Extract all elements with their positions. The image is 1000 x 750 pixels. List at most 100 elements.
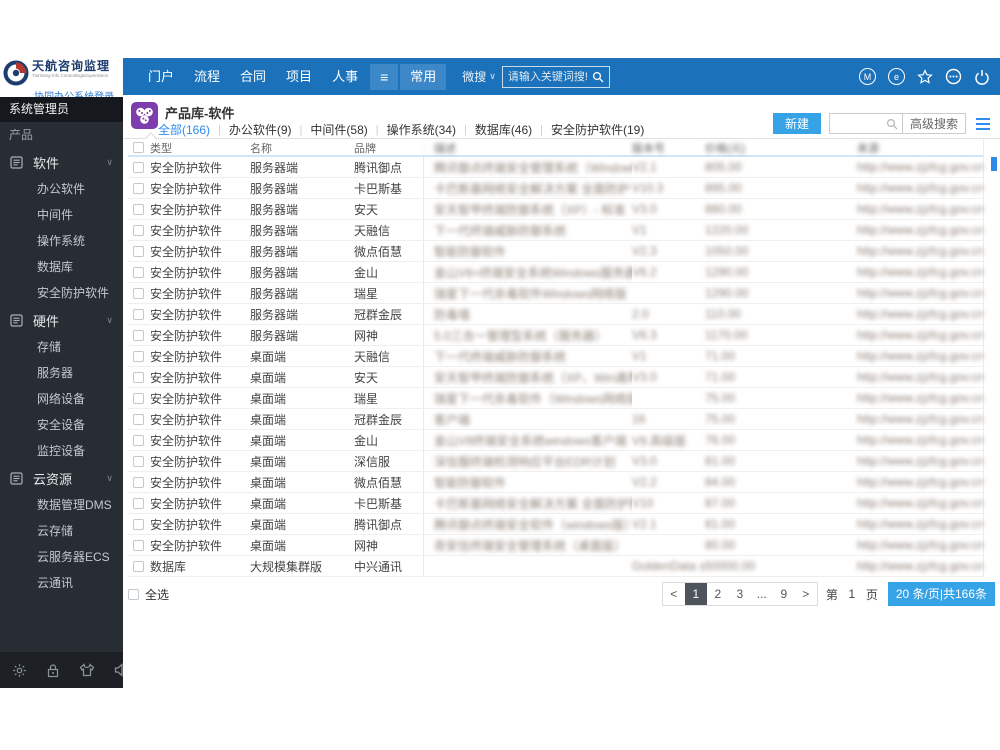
row-checkbox[interactable] (133, 350, 144, 362)
tab-办公软件[interactable]: 办公软件(9) (229, 121, 292, 138)
table-row[interactable]: 安全防护软件 桌面端 瑞星 瑞星下一代杀毒软件（Windows网络版） 75.00 htt… (128, 388, 983, 409)
page-size-badge[interactable]: 20 条/页|共166条 (887, 582, 995, 606)
create-button[interactable]: 新建 (772, 113, 821, 134)
tab-数据库[interactable]: 数据库(46) (475, 121, 532, 138)
sidebar-item[interactable]: 数据管理DMS (0, 492, 123, 518)
sidebar-group[interactable]: 云资源 ∨ (0, 464, 123, 492)
m-circle-icon[interactable]: M (859, 68, 876, 85)
search-scope-caret-icon[interactable]: ∨ (489, 71, 496, 82)
gear-icon[interactable] (12, 663, 27, 678)
row-checkbox[interactable] (133, 392, 144, 404)
sidebar-item[interactable]: 操作系统 (0, 228, 123, 254)
topnav-item[interactable]: 门户 (138, 58, 184, 95)
row-checkbox[interactable] (133, 371, 144, 383)
cell-source[interactable]: http://www.zjzfcg.gov.cn/cs/jig/ (835, 328, 983, 342)
sidebar-group[interactable]: 硬件 ∨ (0, 306, 123, 334)
cell-source[interactable]: http://www.zjzfcg.gov.cn/cs/jig/ (835, 202, 983, 216)
sidebar-item[interactable]: 云通讯 (0, 570, 123, 596)
cell-source[interactable]: http://www.zjzfcg.gov.cn/cs/jig/ (835, 370, 983, 384)
table-row[interactable]: 安全防护软件 桌面端 卡巴斯基 卡巴斯基网络安全解决方案 全面防护版 +防...V10… (128, 493, 983, 514)
table-row[interactable]: 安全防护软件 服务器端 金山 金山V8+终端安全系统Windows服务器版 V6.2 12… (128, 262, 983, 283)
cell-source[interactable]: http://www.zjzfcg.gov.cn/cs/jig/ (835, 349, 983, 363)
prev-page-button[interactable]: < (663, 583, 685, 605)
table-row[interactable]: 安全防护软件 桌面端 微点佰慧 智能防御软件 V2.2 84.00 http://www.z… (128, 472, 983, 493)
table-row[interactable]: 安全防护软件 桌面端 腾讯御点 腾讯御点终端安全软件（windows版）V2.1V2.… (128, 514, 983, 535)
table-row[interactable]: 安全防护软件 服务器端 冠群金辰 防毒墙 2.0 110.00 http://www.zjz… (128, 304, 983, 325)
cell-source[interactable]: http://www.zjzfcg.gov.cn/cs/jig/ (835, 223, 983, 237)
row-checkbox[interactable] (133, 203, 144, 215)
table-row[interactable]: 安全防护软件 桌面端 深信服 深信服终端检测响应平台EDR计划 V3.0 81.00 htt… (128, 451, 983, 472)
page-button-1[interactable]: 1 (684, 583, 707, 605)
global-search-input[interactable] (507, 70, 592, 83)
table-row[interactable]: 安全防护软件 桌面端 冠群金辰 客户端 16 75.00 http://www.zjzfcg… (128, 409, 983, 430)
table-row[interactable]: 安全防护软件 桌面端 金山 金山V8终端安全系统windows客户端 V9.高级版 76.… (128, 430, 983, 451)
cell-source[interactable]: http://www.zjzfcg.gov.cn/cs/jig/ (835, 307, 983, 321)
sidebar-item[interactable]: 安全防护软件 (0, 280, 123, 306)
sidebar-item[interactable]: 存储 (0, 334, 123, 360)
cell-source[interactable]: http://www.zjzfcg.gov.cn/cs/jig/ (835, 412, 983, 426)
scrollbar-thumb[interactable] (991, 157, 997, 171)
table-row[interactable]: 安全防护软件 服务器端 瑞星 瑞星下一代杀毒软件Windows网络版 1290.00 ht… (128, 283, 983, 304)
row-checkbox[interactable] (133, 329, 144, 341)
tab-操作系统[interactable]: 操作系统(34) (387, 121, 456, 138)
table-row[interactable]: 安全防护软件 服务器端 安天 安天智甲终端防御系统（XP）- 标准 V3.0 880.00… (128, 199, 983, 220)
table-search-input[interactable] (833, 117, 886, 130)
page-button-9[interactable]: 9 (773, 583, 795, 605)
topnav-item[interactable]: 流程 (184, 58, 230, 95)
row-checkbox[interactable] (133, 161, 144, 173)
row-checkbox[interactable] (133, 455, 144, 467)
topnav-item[interactable]: 项目 (276, 58, 322, 95)
more-circle-icon[interactable] (945, 68, 962, 85)
cell-source[interactable]: http://www.zjzfcg.gov.cn/cs/jig/ (835, 496, 983, 510)
row-checkbox[interactable] (133, 518, 144, 530)
page-button-...[interactable]: ... (751, 583, 773, 605)
list-view-icon[interactable] (976, 113, 990, 134)
table-row[interactable]: 数据库 大规模集群版 中兴通讯 GoldenData s...50000.00 http… (128, 556, 983, 577)
search-scope-label[interactable]: 微搜 (462, 68, 486, 85)
topnav-item[interactable]: 人事 (322, 58, 368, 95)
power-icon[interactable] (974, 69, 990, 85)
search-icon[interactable] (592, 71, 604, 83)
cell-source[interactable]: http://www.zjzfcg.gov.cn/cs/jig/ (835, 559, 983, 573)
table-row[interactable]: 安全防护软件 服务器端 天融信 下一代终端威胁防御系统 V1 1220.00 http://… (128, 220, 983, 241)
hamburger-menu-button[interactable]: ≡ (370, 63, 399, 90)
sidebar-item[interactable]: 网络设备 (0, 386, 123, 412)
table-row[interactable]: 安全防护软件 桌面端 安天 安天智甲终端防御系统（XP、Win通用） V3.0 71.00… (128, 367, 983, 388)
cell-source[interactable]: http://www.zjzfcg.gov.cn/cs/jig/ (835, 538, 983, 552)
cell-source[interactable]: http://www.zjzfcg.gov.cn/cs/jig/ (835, 181, 983, 195)
sidebar-item[interactable]: 监控设备 (0, 438, 123, 464)
star-icon[interactable] (917, 68, 933, 85)
sidebar-item[interactable]: 云服务器ECS (0, 544, 123, 570)
sidebar-item[interactable]: 安全设备 (0, 412, 123, 438)
topnav-item[interactable]: 合同 (230, 58, 276, 95)
cell-source[interactable]: http://www.zjzfcg.gov.cn/cs/jig/ (835, 454, 983, 468)
cell-source[interactable]: http://www.zjzfcg.gov.cn/cs/jig/ (835, 286, 983, 300)
sidebar-item[interactable]: 云存储 (0, 518, 123, 544)
advanced-search-button[interactable]: 高级搜索 (901, 113, 966, 134)
sidebar-section-product[interactable]: 产品 (0, 122, 123, 148)
sidebar-item[interactable]: 服务器 (0, 360, 123, 386)
tab-全部[interactable]: 全部(166) (158, 121, 210, 138)
row-checkbox[interactable] (133, 413, 144, 425)
row-checkbox[interactable] (133, 560, 144, 572)
e-circle-icon[interactable]: e (888, 68, 905, 85)
sidebar-group[interactable]: 软件 ∨ (0, 148, 123, 176)
table-search-icon[interactable] (886, 118, 898, 130)
row-checkbox[interactable] (133, 266, 144, 278)
cell-source[interactable]: http://www.zjzfcg.gov.cn/cs/jig/ (835, 160, 983, 174)
table-row[interactable]: 安全防护软件 桌面端 天融信 下一代终端威胁防御系统 V1 71.00 http://www… (128, 346, 983, 367)
row-checkbox[interactable] (133, 497, 144, 509)
cell-source[interactable]: http://www.zjzfcg.gov.cn/cs/jig/ (835, 433, 983, 447)
row-checkbox[interactable] (133, 182, 144, 194)
cell-source[interactable]: http://www.zjzfcg.gov.cn/cs/jig/ (835, 244, 983, 258)
row-checkbox[interactable] (133, 434, 144, 446)
sidebar-item[interactable]: 数据库 (0, 254, 123, 280)
cell-source[interactable]: http://www.zjzfcg.gov.cn/cs/jig/ (835, 517, 983, 531)
cell-source[interactable]: http://www.zjzfcg.gov.cn/cs/jig/ (835, 391, 983, 405)
table-row[interactable]: 安全防护软件 服务器端 微点佰慧 智能防御软件 V2.3 1050.00 http://ww… (128, 241, 983, 262)
select-all-checkbox[interactable] (128, 588, 139, 600)
table-row[interactable]: 安全防护软件 桌面端 网神 奇安信终端安全管理系统（桌面版） 80.00 http://w… (128, 535, 983, 556)
row-checkbox[interactable] (133, 476, 144, 488)
row-checkbox[interactable] (133, 308, 144, 320)
row-checkbox[interactable] (133, 539, 144, 551)
